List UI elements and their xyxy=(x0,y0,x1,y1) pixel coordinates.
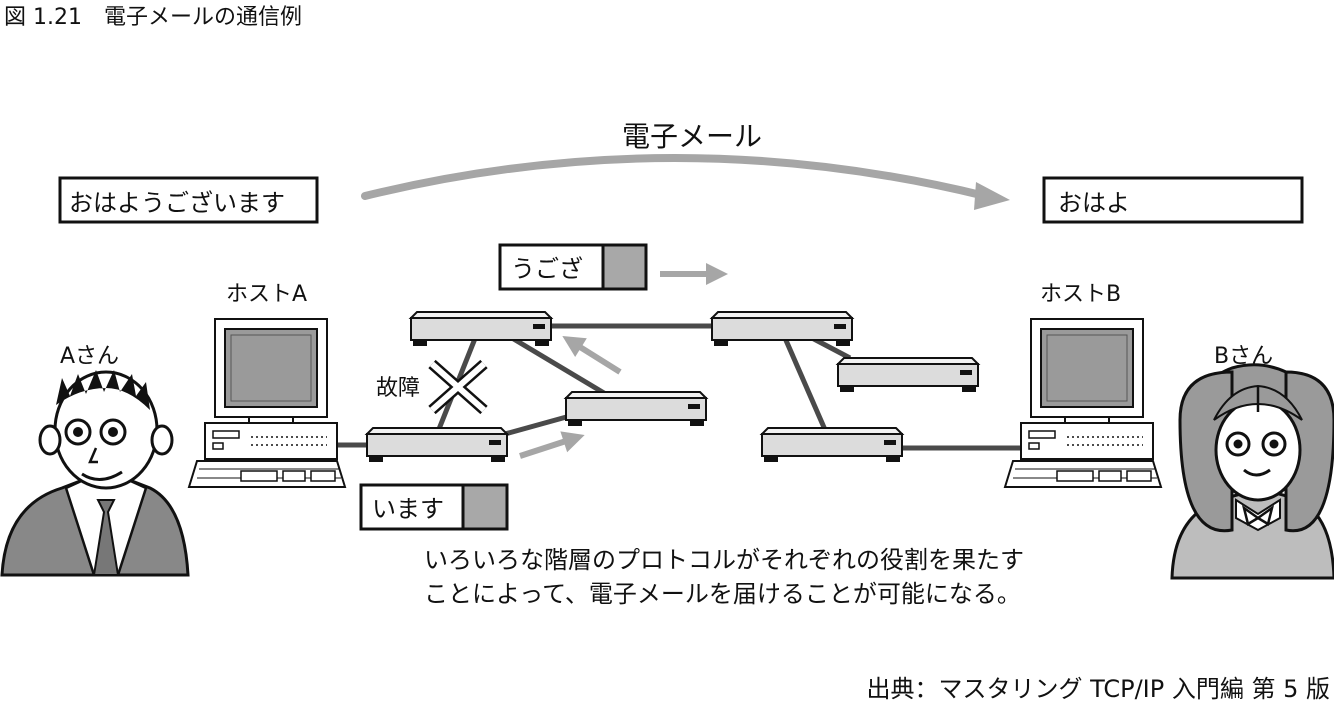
host-a-computer xyxy=(188,318,346,488)
host-b-computer xyxy=(1004,318,1162,488)
router-top-left xyxy=(410,311,552,347)
failure-x-icon xyxy=(428,359,488,415)
packet-right-arrow-icon xyxy=(516,424,589,467)
packet-top-text: うござ xyxy=(511,255,583,283)
person-a-label: Aさん xyxy=(60,344,119,369)
person-b-label: Bさん xyxy=(1214,344,1273,369)
arc-label: 電子メール xyxy=(622,120,762,153)
router-right xyxy=(837,357,979,393)
packet-top-arrow-icon xyxy=(660,263,728,285)
person-b-illustration xyxy=(1170,363,1334,580)
router-middle xyxy=(565,391,707,427)
mail-arc-arrowhead xyxy=(974,182,1010,210)
router-bottom-right xyxy=(761,427,903,463)
note-line-2: ことによって、電子メールを届けることが可能になる。 xyxy=(424,580,1021,608)
mail-communication-diagram: 図 1.21 電子メールの通信例 電子メール おはようございます おはよ 故障 … xyxy=(0,5,1334,703)
sent-message-text: おはようございます xyxy=(69,189,285,217)
router-bottom-left xyxy=(366,427,508,463)
router-top-right xyxy=(711,311,853,347)
mail-arc-arrow xyxy=(361,154,989,200)
failure-label: 故障 xyxy=(376,376,420,401)
person-a-illustration xyxy=(0,370,190,577)
note-line-1: いろいろな階層のプロトコルがそれぞれの役割を果たす xyxy=(424,546,1024,574)
figure-source: 出典：マスタリング TCP/IP 入門編 第 5 版 xyxy=(866,675,1330,703)
packet-bottom-text: います xyxy=(372,495,444,523)
host-b-label: ホストB xyxy=(1040,282,1121,307)
figure-caption: 図 1.21 電子メールの通信例 xyxy=(4,5,302,30)
host-a-label: ホストA xyxy=(226,282,307,307)
received-message-text: おはよ xyxy=(1058,189,1130,217)
